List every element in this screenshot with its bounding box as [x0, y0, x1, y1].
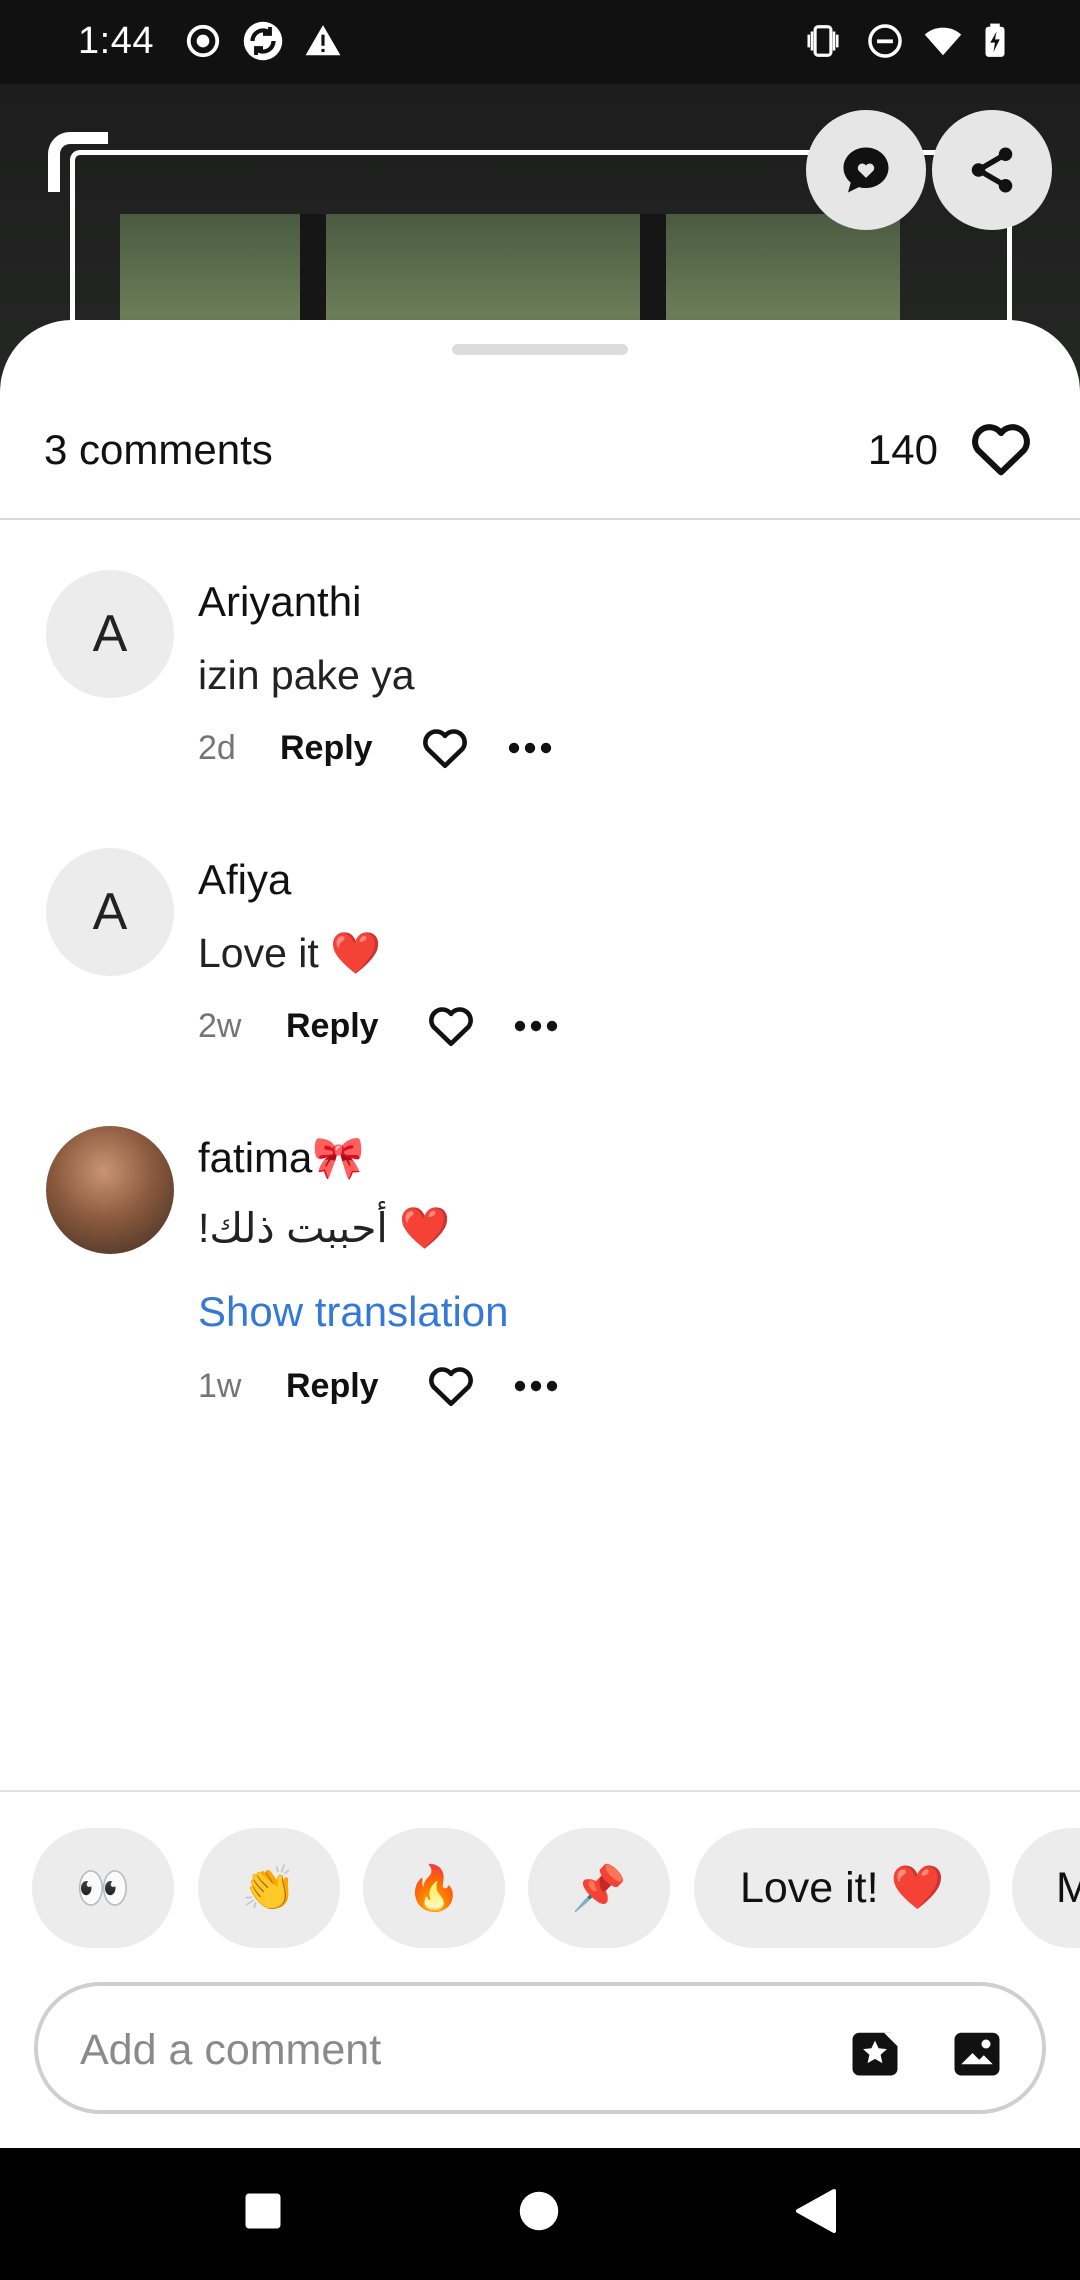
back-triangle-icon[interactable]	[794, 2186, 838, 2236]
status-time: 1:44	[78, 20, 154, 62]
sheet-grabber[interactable]	[452, 344, 628, 355]
heart-outline-icon[interactable]	[426, 1361, 476, 1411]
comment-input[interactable]: Add a comment	[34, 1982, 1046, 2114]
comment-input-placeholder: Add a comment	[80, 2026, 382, 2074]
record-icon	[186, 24, 220, 58]
sync-app-icon	[243, 21, 283, 61]
heart-outline-icon[interactable]	[420, 723, 470, 773]
comment-author[interactable]: Afiya	[198, 856, 291, 904]
system-nav-bar	[0, 2148, 1080, 2280]
wifi-icon	[924, 27, 962, 56]
reaction-text: M	[1056, 1863, 1080, 1912]
reaction-text: Love it! ❤️	[739, 1864, 945, 1912]
reaction-chip-fire[interactable]: 🔥	[363, 1828, 505, 1948]
heart-outline-icon[interactable]	[426, 1001, 476, 1051]
reply-button[interactable]: Reply	[286, 1007, 426, 1046]
comment-text: ❤️ أحببت ذلك!	[198, 1205, 451, 1251]
avatar[interactable]: A	[46, 848, 174, 976]
show-translation-link[interactable]: Show translation	[198, 1288, 509, 1336]
do-not-disturb-icon	[868, 24, 902, 58]
avatar-initial: A	[92, 883, 128, 941]
more-dots-icon[interactable]	[508, 738, 552, 758]
sticker-icon[interactable]	[848, 2026, 902, 2080]
avatar[interactable]	[46, 1126, 174, 1254]
comment-bubble-button[interactable]	[806, 110, 926, 230]
comment-author[interactable]: Ariyanthi	[198, 578, 361, 626]
comment-bubble-icon	[843, 147, 889, 193]
comments-sheet: 3 comments 140 A Ariyanthi izin pake ya …	[0, 320, 1080, 2148]
reaction-chip-love-it[interactable]: Love it! ❤️	[694, 1828, 990, 1948]
comment-text: Love it ❤️	[198, 930, 382, 976]
reaction-chip-pin[interactable]: 📌	[528, 1828, 670, 1948]
comment-text: izin pake ya	[198, 652, 415, 698]
comments-header: 3 comments 140	[0, 400, 1080, 520]
reaction-emoji: 👀	[75, 1864, 131, 1913]
reaction-emoji: 🔥	[406, 1864, 462, 1913]
status-bar: 1:44	[0, 0, 1080, 84]
comment-time: 1w	[198, 1366, 242, 1405]
heart-outline-icon[interactable]	[968, 416, 1034, 482]
avatar[interactable]: A	[46, 570, 174, 698]
vibrate-icon	[807, 25, 839, 57]
frame-corner	[48, 132, 108, 192]
home-circle-icon[interactable]	[518, 2190, 560, 2232]
reaction-chip-eyes[interactable]: 👀	[32, 1828, 174, 1948]
battery-charging-icon	[985, 23, 1005, 57]
warning-icon	[305, 25, 341, 56]
reaction-emoji: 📌	[571, 1864, 627, 1913]
image-icon[interactable]	[950, 2026, 1004, 2080]
reply-button[interactable]: Reply	[280, 729, 420, 768]
share-button[interactable]	[932, 110, 1052, 230]
comment-actions: 2w Reply	[198, 996, 558, 1056]
avatar-initial: A	[92, 605, 128, 663]
comment-time: 2w	[198, 1006, 242, 1045]
more-dots-icon[interactable]	[514, 1016, 558, 1036]
reaction-emoji: 👏	[241, 1864, 297, 1913]
share-icon	[971, 147, 1013, 193]
reply-button[interactable]: Reply	[286, 1367, 426, 1406]
comment-actions: 1w Reply	[198, 1356, 558, 1416]
more-dots-icon[interactable]	[514, 1376, 558, 1396]
comment-author[interactable]: fatima🎀	[198, 1134, 365, 1183]
recents-square-icon[interactable]	[242, 2190, 284, 2232]
comment-time: 2d	[198, 728, 236, 767]
like-count: 140	[867, 426, 938, 473]
reaction-chip-clap[interactable]: 👏	[198, 1828, 340, 1948]
comment-count: 3 comments	[44, 426, 273, 473]
reaction-chip-more[interactable]: M	[1012, 1828, 1080, 1948]
reactions-divider	[0, 1790, 1080, 1792]
comment-actions: 2d Reply	[198, 718, 552, 778]
